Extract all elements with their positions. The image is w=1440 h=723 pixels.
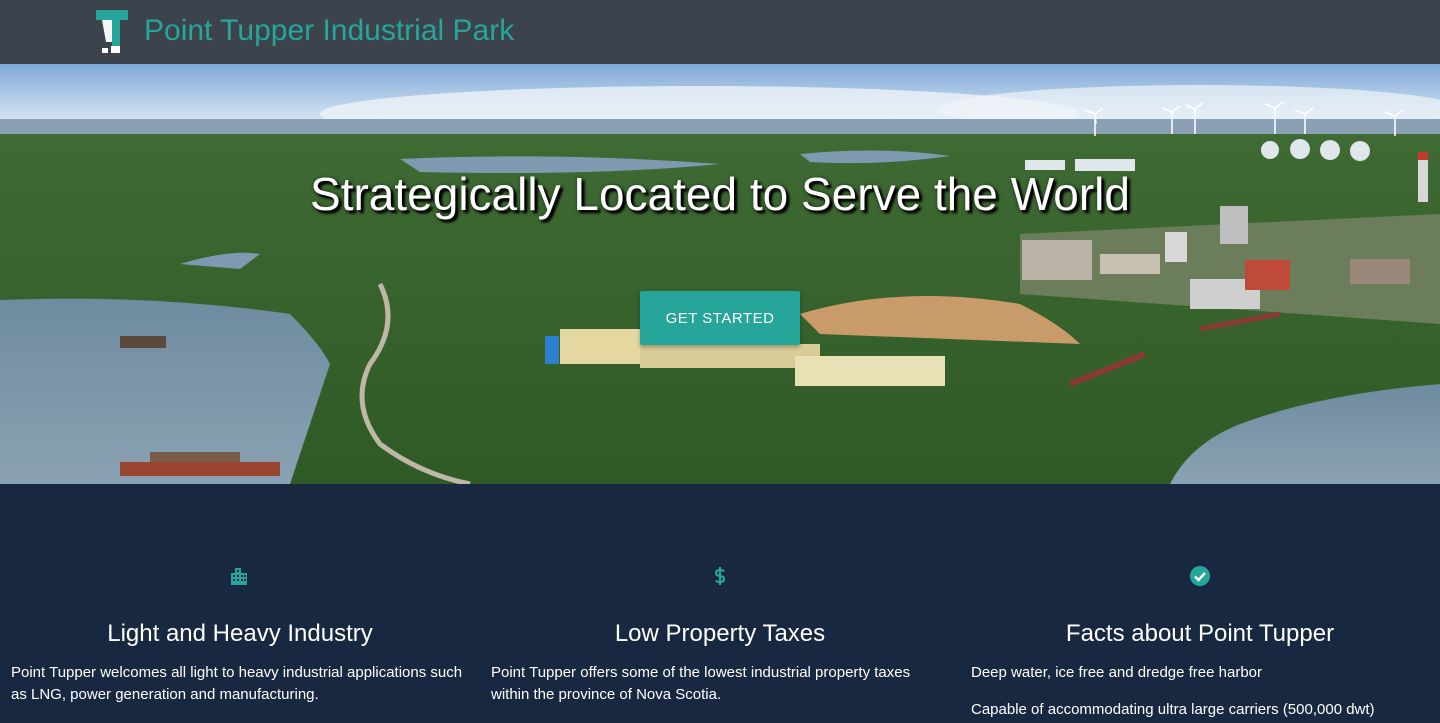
site-brand-link[interactable]: Point Tupper Industrial Park bbox=[144, 13, 514, 49]
top-navbar: Point Tupper Industrial Park bbox=[0, 0, 1440, 64]
building-icon bbox=[231, 568, 247, 585]
dollar-icon bbox=[714, 567, 726, 585]
feature-light-heavy-industry: Light and Heavy Industry Point Tupper we… bbox=[0, 484, 480, 723]
feature-fact-line: Capable of accommodating ultra large car… bbox=[971, 701, 1375, 718]
feature-text: Point Tupper welcomes all light to heavy… bbox=[11, 664, 463, 703]
check-circle-icon bbox=[1190, 566, 1210, 586]
hero-headline: Strategically Located to Serve the World bbox=[310, 168, 1130, 220]
feature-title: Low Property Taxes bbox=[614, 620, 826, 647]
feature-text: Point Tupper offers some of the lowest i… bbox=[491, 664, 911, 703]
hero-banner: Strategically Located to Serve the World… bbox=[0, 64, 1440, 484]
aerial-photo-industrial-park bbox=[0, 64, 1440, 484]
feature-fact-line: Deep water, ice free and dredge free har… bbox=[971, 664, 1263, 681]
feature-facts-point-tupper: Facts about Point Tupper Deep water, ice… bbox=[960, 484, 1440, 723]
features-section: Light and Heavy Industry Point Tupper we… bbox=[0, 484, 1440, 723]
feature-title: Light and Heavy Industry bbox=[107, 620, 373, 647]
feature-low-property-taxes: Low Property Taxes Point Tupper offers s… bbox=[480, 484, 960, 723]
tupper-t-logo-icon[interactable] bbox=[94, 8, 130, 56]
get-started-button[interactable]: GET STARTED bbox=[640, 291, 800, 345]
feature-title: Facts about Point Tupper bbox=[1065, 620, 1335, 647]
